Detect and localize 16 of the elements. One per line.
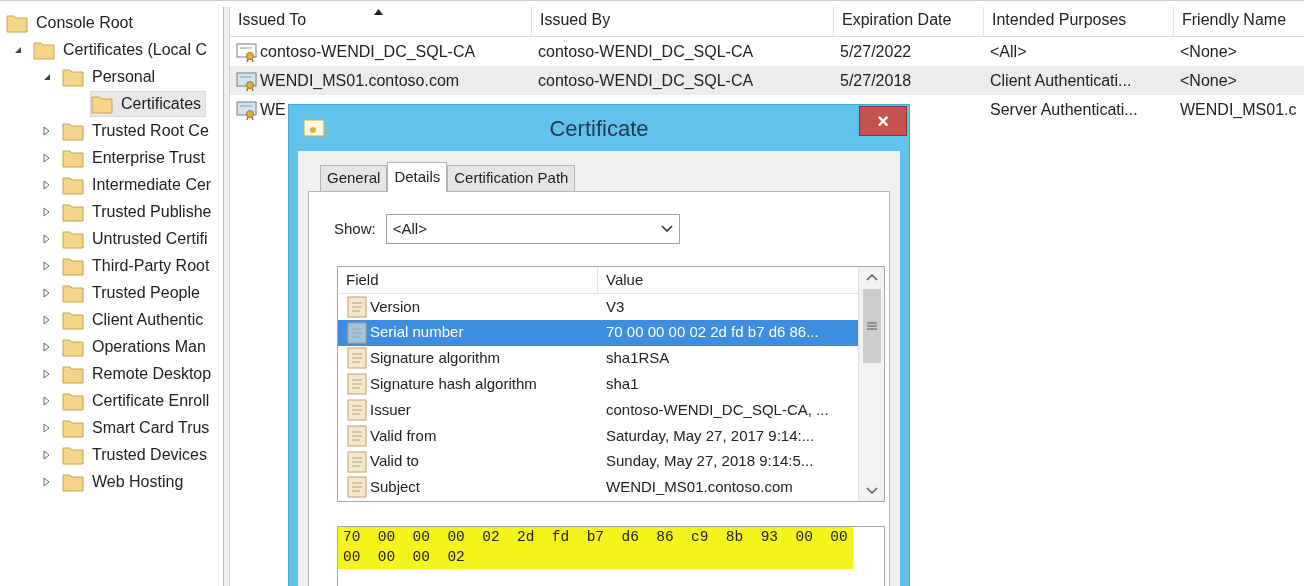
show-label: Show: [334, 218, 376, 239]
table-cell-text: <None> [1180, 70, 1237, 91]
hex-value-text: 70 00 00 00 02 2d fd b7 d6 86 c9 8b 93 00 00 00 00 00 02 [338, 527, 853, 569]
table-cell-text: WENDI_MS01.contoso.com [260, 70, 460, 91]
table-cell-text: contoso-WENDI_DC_SQL-CA [260, 41, 476, 62]
window-title: Certificate [549, 114, 649, 143]
table-cell-text: WE [260, 99, 286, 120]
table-cell-text: WENDI_MS01.c [1180, 99, 1297, 120]
table-cell-text: 5/27/2018 [840, 70, 912, 91]
table-cell-text: contoso-WENDI_DC_SQL-CA [538, 41, 754, 62]
table-cell-text: contoso-WENDI_DC_SQL-CA [538, 70, 754, 91]
table-cell-text: Server Authenticati... [990, 99, 1138, 120]
table-cell-text: <All> [990, 41, 1027, 62]
table-cell-text: Client Authenticati... [990, 70, 1132, 91]
table-cell-text: 5/27/2022 [840, 41, 912, 62]
table-cell-text: <None> [1180, 41, 1237, 62]
